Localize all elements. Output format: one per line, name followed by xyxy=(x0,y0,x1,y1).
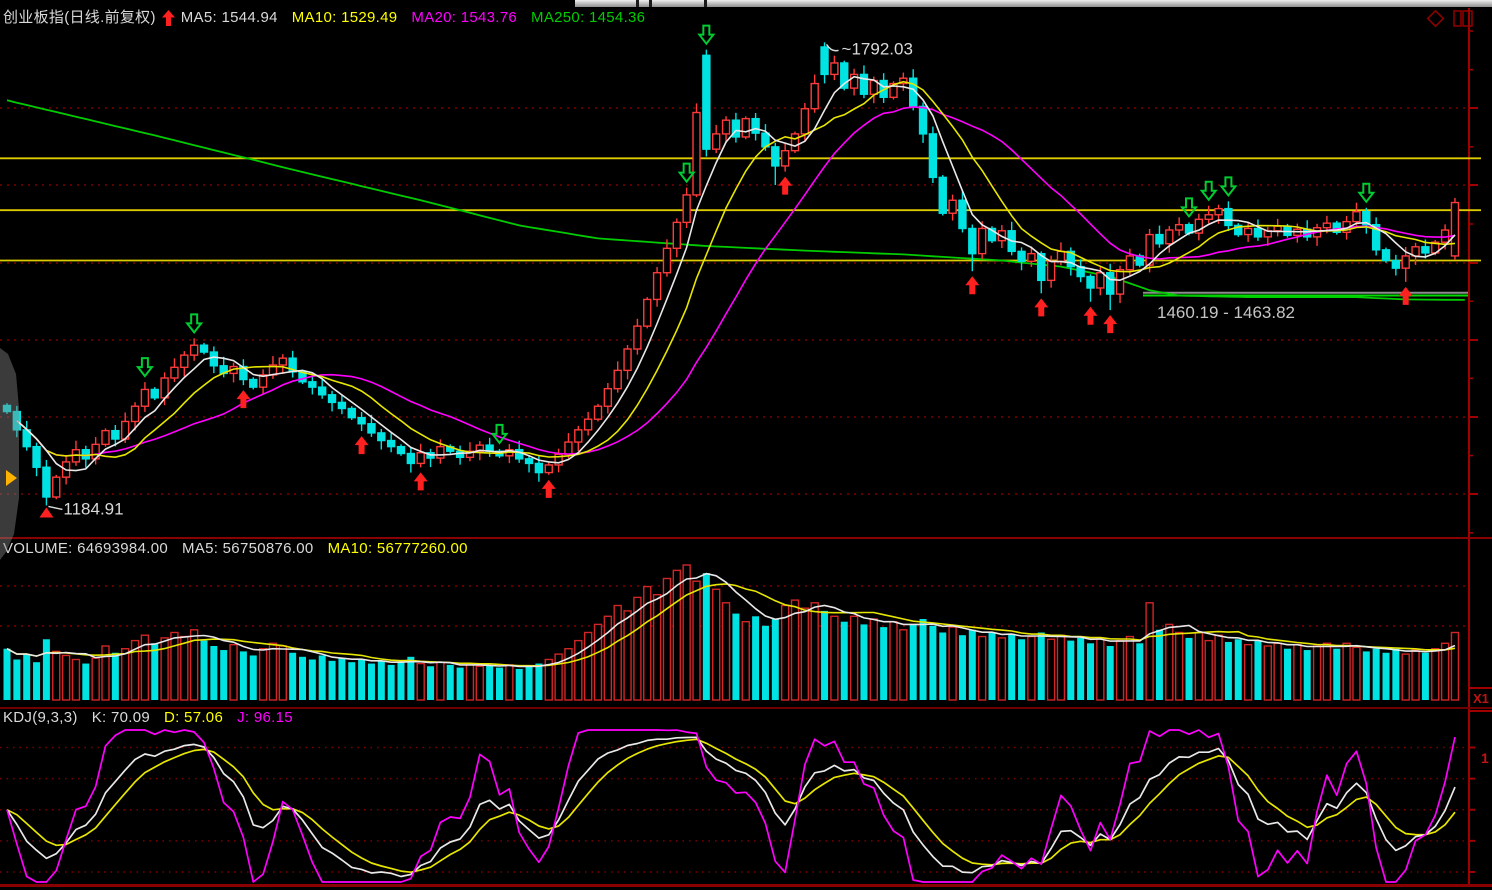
buy-arrow-icon xyxy=(1084,307,1098,325)
sell-arrow-icon xyxy=(493,425,507,443)
buy-arrow-icon xyxy=(1399,287,1413,305)
bottom-border xyxy=(0,884,1492,887)
stock-chart-app: 创业板指(日线.前复权) MA5: 1544.94 MA10: 1529.49 … xyxy=(0,0,1492,890)
sell-arrow-icon xyxy=(680,164,694,182)
volume-value: VOLUME: 64693984.00 xyxy=(3,540,168,558)
sell-arrow-icon xyxy=(1182,198,1196,216)
volume-panel-header: VOLUME: 64693984.00 MA5: 56750876.00 MA1… xyxy=(3,540,482,558)
kdj-scale-label: 1 xyxy=(1481,750,1489,766)
sell-arrow-icon xyxy=(1221,177,1235,195)
x1-box-top xyxy=(1468,687,1492,689)
price-axis-ticks xyxy=(1468,31,1478,533)
kdj-panel-header: KDJ(9,3,3) K: 70.09 D: 57.06 J: 96.15 xyxy=(3,709,307,727)
buy-arrow-icon xyxy=(965,276,979,294)
price-panel-chart[interactable]: ~1792.03 1184.91 1460.19 - 1463.82 xyxy=(0,8,1492,537)
sell-arrow-icon xyxy=(138,358,152,376)
toolbar-segment-gap xyxy=(636,0,639,7)
svg-text:1460.19 - 1463.82: 1460.19 - 1463.82 xyxy=(1157,303,1295,322)
volume-ma5-value: MA5: 56750876.00 xyxy=(182,540,314,558)
volume-ma10-value: MA10: 56777260.00 xyxy=(328,540,468,558)
kdj-d-value: D: 57.06 xyxy=(164,709,223,727)
kdj-panel-chart[interactable] xyxy=(0,727,1492,884)
toolbar-segment-gap xyxy=(649,0,652,7)
candles xyxy=(4,42,1459,505)
d-line xyxy=(7,739,1455,872)
left-scroll-handle[interactable] xyxy=(0,348,22,562)
buy-arrow-icon xyxy=(1103,315,1117,333)
volume-scale-label[interactable]: X1 xyxy=(1473,691,1489,706)
sell-arrow-icon xyxy=(1359,184,1373,202)
k-line xyxy=(7,737,1455,876)
panel-divider[interactable] xyxy=(0,537,1492,539)
buy-arrow-icon xyxy=(778,177,792,195)
svg-text:1184.91: 1184.91 xyxy=(63,499,123,518)
toolbar-segment-gap xyxy=(704,0,707,7)
buy-arrow-icon xyxy=(542,480,556,498)
sell-arrow-icon xyxy=(1202,182,1216,200)
low-marker-icon xyxy=(39,507,53,517)
handle-shape xyxy=(0,348,19,560)
sell-arrow-icon xyxy=(187,314,201,332)
top-toolbar-edge xyxy=(575,0,1492,7)
buy-arrow-icon xyxy=(414,472,428,490)
svg-text:~1792.03: ~1792.03 xyxy=(842,39,913,58)
x1-box-bottom xyxy=(1468,710,1492,712)
sell-arrow-icon xyxy=(699,26,713,44)
buy-arrow-icon xyxy=(355,436,369,454)
kdj-name: KDJ(9,3,3) xyxy=(3,709,78,727)
kdj-j-value: J: 96.15 xyxy=(237,709,293,727)
volume-panel-chart[interactable] xyxy=(0,557,1492,703)
buy-arrow-icon xyxy=(1034,298,1048,316)
ma20-line xyxy=(17,107,1455,456)
trade-signal-arrows xyxy=(138,26,1413,498)
kdj-k-value: K: 70.09 xyxy=(92,709,150,727)
j-line xyxy=(7,730,1455,882)
